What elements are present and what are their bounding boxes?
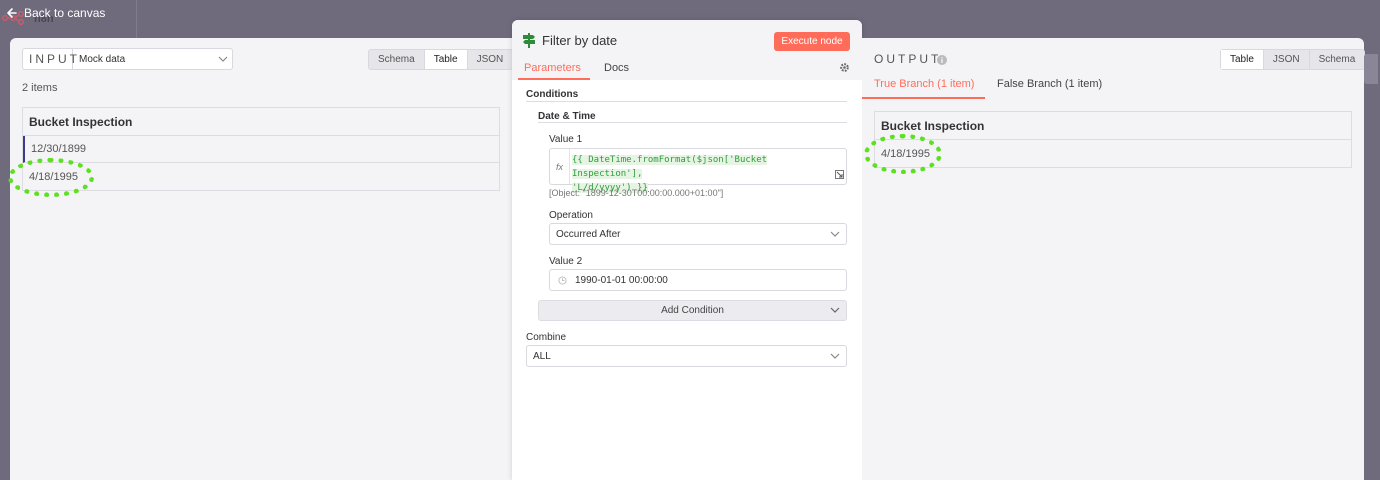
- chevron-down-icon: [830, 305, 840, 316]
- table-row[interactable]: 4/18/1995: [23, 163, 499, 190]
- active-branch-underline: [862, 97, 985, 99]
- arrow-left-icon: [7, 8, 17, 18]
- output-tab-table[interactable]: Table: [1221, 50, 1264, 69]
- combine-value: ALL: [533, 350, 551, 362]
- tab-true-branch[interactable]: True Branch (1 item): [874, 78, 974, 90]
- conditions-label: Conditions: [526, 89, 579, 100]
- add-condition-label: Add Condition: [661, 305, 724, 316]
- input-item-count: 2 items: [22, 82, 58, 94]
- node-title: Filter by date: [542, 33, 618, 48]
- info-icon[interactable]: [937, 54, 947, 68]
- input-tab-table[interactable]: Table: [424, 50, 468, 69]
- fx-icon: fx: [550, 149, 570, 184]
- signpost-icon: [522, 32, 536, 51]
- operation-select[interactable]: Occurred After: [549, 223, 847, 245]
- operation-value: Occurred After: [556, 228, 621, 240]
- value1-label: Value 1: [549, 134, 583, 145]
- input-panel: INPUT Mock data Schema Table JSON 2 item…: [8, 38, 514, 480]
- clock-icon: [558, 275, 567, 285]
- output-label: OUTPUT: [874, 52, 942, 66]
- input-tab-json[interactable]: JSON: [468, 50, 513, 69]
- tab-false-branch[interactable]: False Branch (1 item): [997, 78, 1102, 90]
- back-to-canvas-button[interactable]: Back to canvas: [6, 5, 105, 21]
- expression-line-1: {{ DateTime.fromFormat($json['Bucket Ins…: [572, 155, 768, 179]
- value1-expression-field[interactable]: fx {{ DateTime.fromFormat($json['Bucket …: [549, 148, 847, 193]
- input-view-toggle: Schema Table JSON: [368, 49, 514, 70]
- node-header: Filter by date Execute node Parameters D…: [512, 20, 862, 80]
- back-to-canvas-label: Back to canvas: [24, 6, 106, 20]
- node-tabs: Parameters Docs: [512, 58, 862, 80]
- combine-select[interactable]: ALL: [526, 345, 847, 367]
- value2-value: 1990-01-01 00:00:00: [575, 274, 668, 286]
- chevron-down-icon: [830, 229, 840, 240]
- execute-node-button[interactable]: Execute node: [774, 32, 850, 51]
- value2-label: Value 2: [549, 256, 583, 267]
- collapsed-panel-edge: [1364, 54, 1378, 84]
- topbar-divider: [136, 0, 137, 38]
- value2-date-input[interactable]: 1990-01-01 00:00:00: [549, 269, 847, 291]
- input-label: INPUT: [23, 49, 77, 69]
- input-source-value: Mock data: [79, 53, 126, 65]
- output-column-header: Bucket Inspection: [875, 112, 1351, 140]
- tab-docs[interactable]: Docs: [604, 62, 629, 74]
- output-panel: OUTPUT Table JSON Schema True Branch (1 …: [862, 38, 1366, 480]
- tab-parameters[interactable]: Parameters: [524, 62, 581, 74]
- expression-result-hint: [Object: "1899-12-30T00:00:00.000+01:00"…: [549, 188, 724, 198]
- expand-icon[interactable]: [835, 168, 844, 182]
- operation-label: Operation: [549, 210, 593, 221]
- input-source-select[interactable]: INPUT Mock data: [22, 48, 233, 70]
- output-table: Bucket Inspection 4/18/1995: [874, 111, 1352, 168]
- active-tab-underline: [518, 78, 590, 80]
- table-row[interactable]: 4/18/1995: [875, 140, 1351, 167]
- output-tab-schema[interactable]: Schema: [1310, 50, 1365, 69]
- combine-label: Combine: [526, 332, 567, 343]
- chevron-down-icon: [830, 351, 840, 362]
- date-time-group-label: Date & Time: [538, 111, 596, 122]
- chevron-down-icon: [214, 56, 232, 62]
- input-table: Bucket Inspection 12/30/1899 4/18/1995: [22, 107, 500, 191]
- table-row[interactable]: 12/30/1899: [23, 136, 499, 163]
- gear-icon[interactable]: [839, 62, 850, 76]
- add-condition-button[interactable]: Add Condition: [538, 300, 847, 321]
- input-tab-schema[interactable]: Schema: [369, 50, 425, 69]
- input-column-header: Bucket Inspection: [23, 108, 499, 136]
- divider: [526, 101, 847, 102]
- node-panel: Filter by date Execute node Parameters D…: [512, 20, 862, 480]
- output-view-toggle: Table JSON Schema: [1220, 49, 1366, 70]
- output-tab-json[interactable]: JSON: [1264, 50, 1310, 69]
- divider: [538, 122, 847, 123]
